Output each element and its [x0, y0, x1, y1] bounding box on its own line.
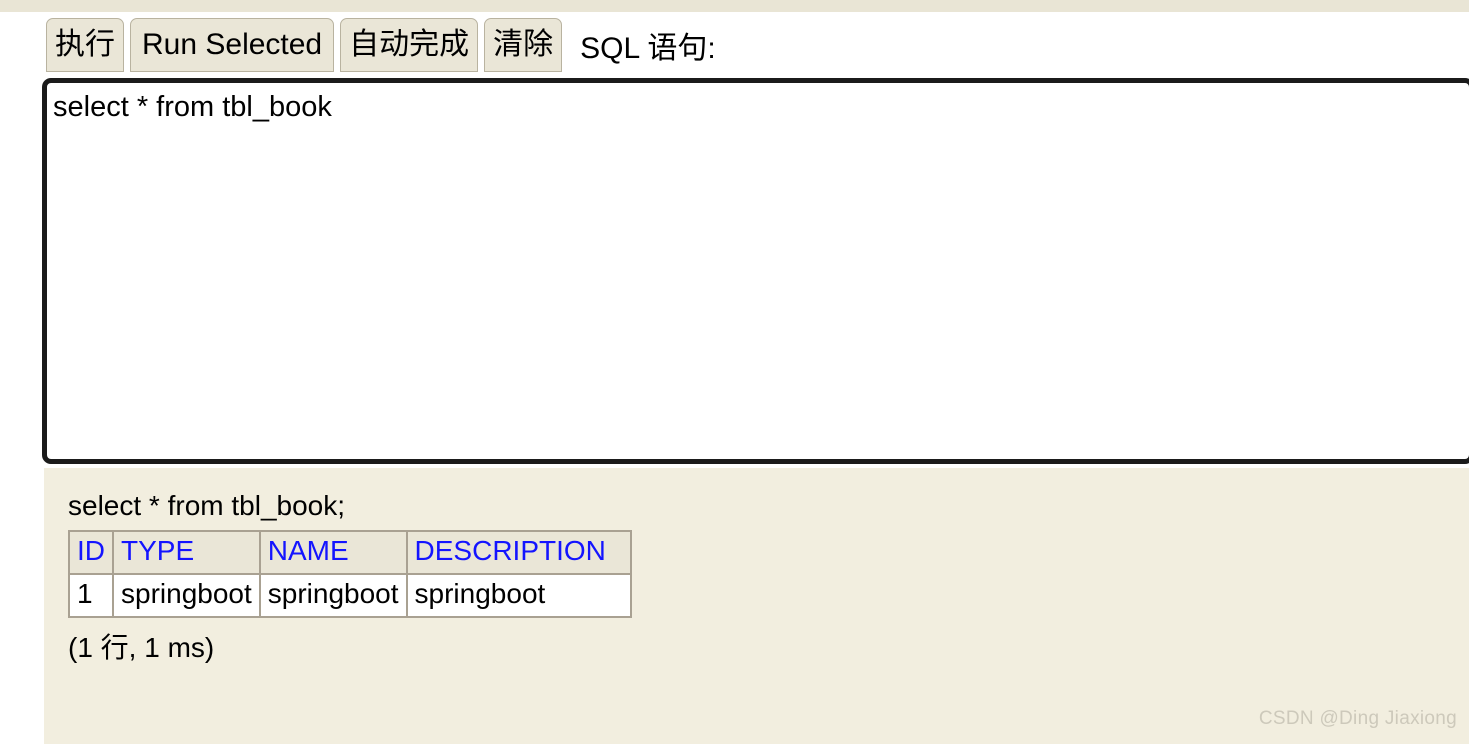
- column-header-id: ID: [68, 529, 114, 576]
- table-cell: springboot: [112, 573, 261, 619]
- run-selected-button[interactable]: Run Selected: [130, 18, 335, 72]
- column-header-name: NAME: [258, 529, 408, 576]
- sql-toolbar: 执行 Run Selected 自动完成 清除 SQL 语句:: [46, 18, 716, 72]
- table-cell: springboot: [405, 573, 632, 619]
- auto-complete-button[interactable]: 自动完成: [340, 18, 479, 72]
- sql-editor-textarea[interactable]: select * from tbl_book: [42, 78, 1469, 464]
- query-results-panel: select * from tbl_book; ID TYPE NAME DESCRI…: [44, 468, 1469, 744]
- clear-button[interactable]: 清除: [484, 18, 563, 72]
- column-header-type: TYPE: [112, 529, 261, 576]
- result-status-text: (1 行, 1 ms): [68, 632, 215, 664]
- table-header-row: ID TYPE NAME DESCRIPTION: [68, 529, 632, 576]
- csdn-watermark: CSDN @Ding Jiaxiong: [1258, 708, 1457, 729]
- top-beige-strip: [0, 0, 1469, 12]
- sql-editor-value: select * from tbl_book: [53, 91, 332, 123]
- table-cell: 1: [68, 573, 114, 619]
- result-table: ID TYPE NAME DESCRIPTION 1 springboot springb…: [68, 529, 632, 619]
- sql-statement-label: SQL 语句:: [580, 32, 716, 65]
- executed-query-text: select * from tbl_book;: [68, 490, 346, 521]
- table-row: 1 springboot springboot springboot: [68, 573, 632, 619]
- run-button[interactable]: 执行: [46, 18, 124, 72]
- result-table-body: 1 springboot springboot springboot: [68, 573, 632, 619]
- table-cell: springboot: [258, 573, 408, 619]
- result-table-head: ID TYPE NAME DESCRIPTION: [68, 529, 632, 576]
- column-header-description: DESCRIPTION: [405, 529, 632, 576]
